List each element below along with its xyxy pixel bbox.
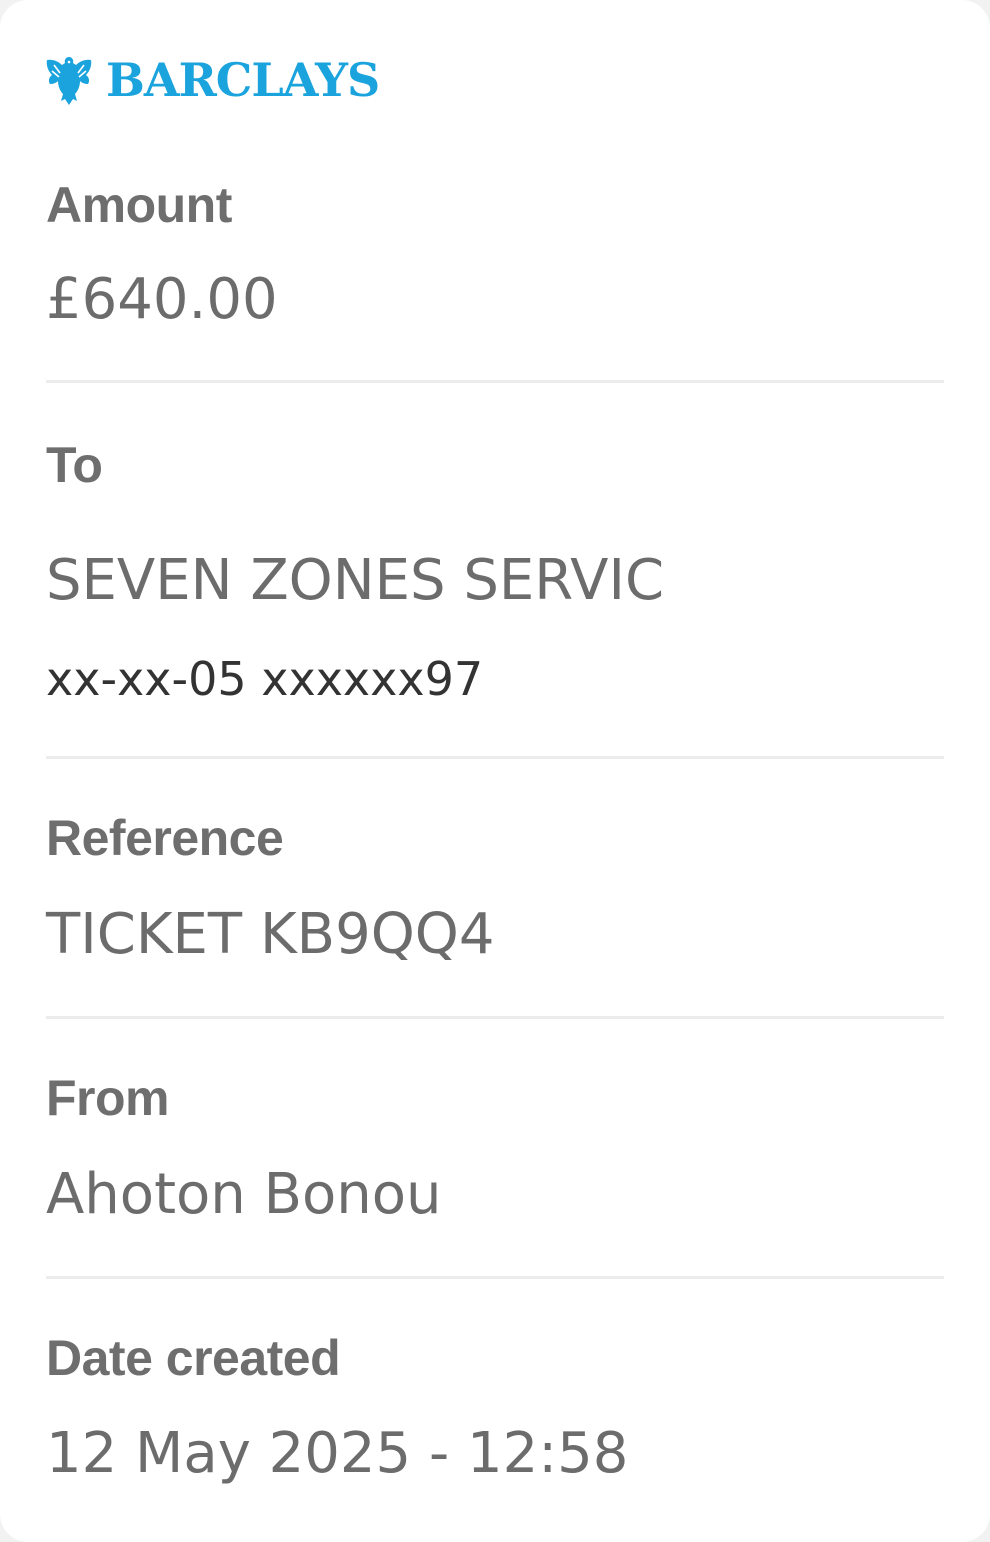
amount-label: Amount [46,177,232,233]
divider [46,380,944,383]
payee-account: xx-xx-05 xxxxxx97 [46,652,484,706]
eagle-icon [44,53,94,107]
from-label: From [46,1070,170,1126]
reference-label: Reference [46,810,284,866]
barclays-logo: BARCLAYS [44,52,380,108]
divider [46,1276,944,1279]
divider [46,1016,944,1019]
amount-value: £640.00 [46,267,278,332]
date-created-label: Date created [46,1330,341,1386]
brand-name: BARCLAYS [106,53,380,107]
payee-name: SEVEN ZONES SERVIC [46,548,665,613]
from-value: Ahoton Bonou [46,1162,442,1227]
reference-value: TICKET KB9QQ4 [46,902,495,967]
divider [46,756,944,759]
payment-details-card: BARCLAYS Amount £640.00 To SEVEN ZONES S… [0,0,990,1542]
date-created-value: 12 May 2025 - 12:58 [46,1421,629,1486]
to-label: To [46,437,103,493]
